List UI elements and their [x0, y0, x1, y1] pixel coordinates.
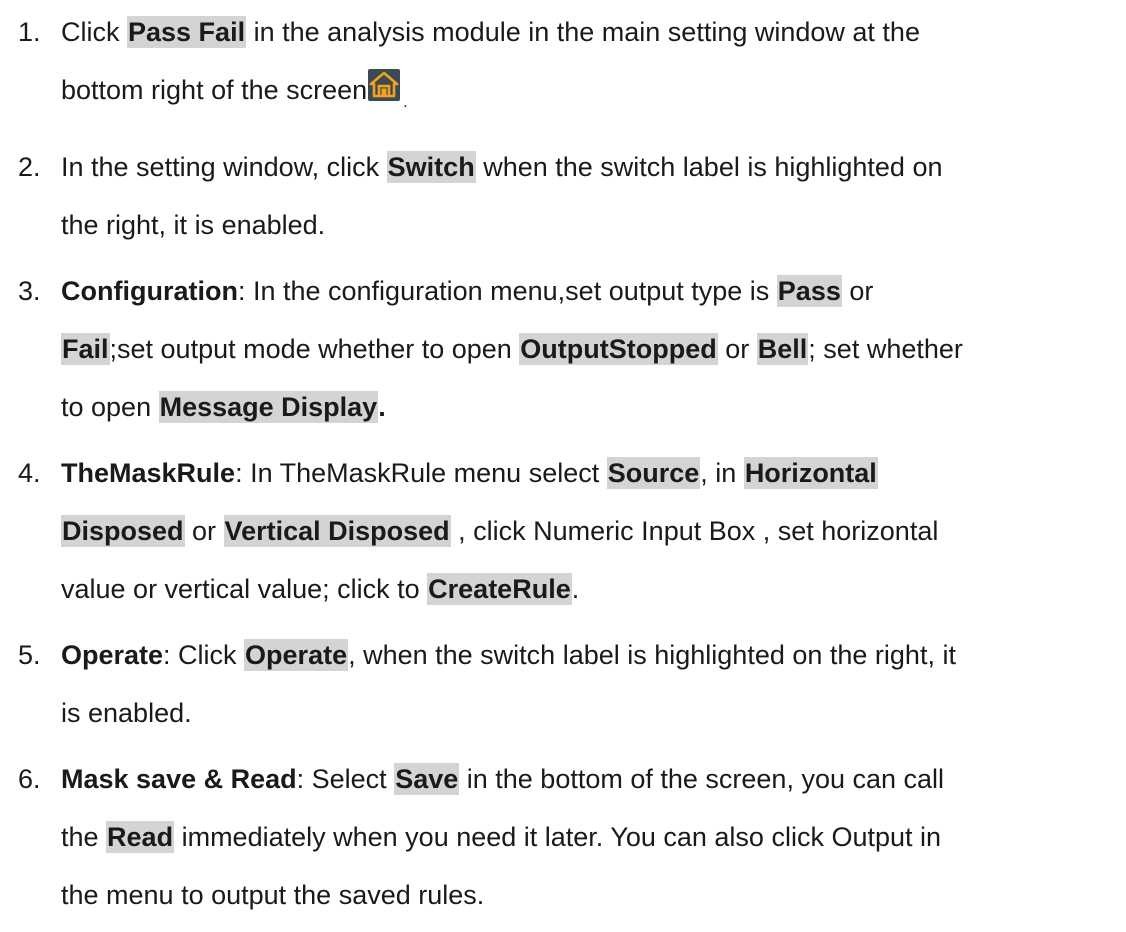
step-text: in the bottom of the screen, you can cal… — [459, 764, 945, 794]
step-text: the menu to output the saved rules. — [61, 880, 485, 910]
step-text: immediately when you need it later. You … — [174, 822, 942, 852]
step-title: Mask save & Read — [61, 764, 297, 794]
step-3: 3. Configuration: In the configuration m… — [0, 262, 1126, 436]
highlight-operate: Operate — [244, 639, 349, 671]
step-text: , click Numeric Input Box , set horizont… — [450, 516, 939, 546]
step-text: , when the switch label is highlighted o… — [348, 640, 956, 670]
step-number: 1. — [18, 17, 41, 47]
step-text: , in — [700, 458, 744, 488]
step-title: Operate — [61, 640, 164, 670]
step-2: 2. In the setting window, click Switch w… — [0, 138, 1126, 254]
step-text: when the switch label is highlighted on — [475, 152, 943, 182]
highlight-message-display: Message Display — [158, 391, 379, 423]
step-text: . — [571, 574, 580, 604]
home-icon — [368, 69, 401, 101]
highlight-pass: Pass — [776, 275, 842, 307]
step-6: 6. Mask save & Read: Select Save in the … — [0, 750, 1126, 924]
step-text: : Click — [163, 640, 245, 670]
highlight-fail: Fail — [61, 333, 110, 365]
step-text: or — [184, 516, 224, 546]
step-text: the — [61, 822, 107, 852]
highlight-disposed: Disposed — [61, 515, 185, 547]
step-text: : In TheMaskRule menu select — [235, 458, 607, 488]
highlight-pass-fail: Pass Fail — [127, 16, 247, 48]
step-text: or — [841, 276, 874, 306]
step-number: 6. — [18, 764, 41, 794]
highlight-bell: Bell — [756, 333, 809, 365]
step-text: bottom right of the screen — [61, 75, 368, 105]
highlight-switch: Switch — [386, 151, 476, 183]
step-number: 2. — [18, 152, 41, 182]
step-1: 1. Click Pass Fail in the analysis modul… — [0, 3, 1126, 132]
highlight-horizontal: Horizontal — [743, 457, 878, 489]
highlight-read: Read — [106, 821, 175, 853]
step-number: 4. — [18, 458, 41, 488]
step-4: 4. TheMaskRule: In TheMaskRule menu sele… — [0, 444, 1126, 618]
step-text: or — [717, 334, 757, 364]
step-text: . — [378, 392, 386, 422]
step-text: the right, it is enabled. — [61, 210, 326, 240]
step-text: ;set output mode whether to open — [109, 334, 520, 364]
highlight-source: Source — [606, 457, 701, 489]
step-text: : In the configuration menu,set output t… — [237, 276, 777, 306]
instruction-list: 1. Click Pass Fail in the analysis modul… — [0, 0, 1126, 924]
step-text: is enabled. — [61, 698, 192, 728]
step-title: Configuration — [61, 276, 238, 306]
step-title: TheMaskRule — [61, 458, 236, 488]
highlight-vertical-disposed: Vertical Disposed — [223, 515, 451, 547]
step-text: in the analysis module in the main setti… — [246, 17, 920, 47]
step-text: In the setting window, click — [61, 152, 387, 182]
highlight-create-rule: CreateRule — [427, 573, 572, 605]
step-text: value or vertical value; click to — [61, 574, 428, 604]
step-5: 5. Operate: Click Operate, when the swit… — [0, 626, 1126, 742]
step-text: to open — [61, 392, 159, 422]
step-text: Click — [61, 17, 127, 47]
step-text: ; set whether — [808, 334, 963, 364]
step-number: 3. — [18, 276, 41, 306]
step-text: : Select — [296, 764, 395, 794]
step-trail: . — [403, 94, 408, 111]
highlight-save: Save — [394, 763, 460, 795]
step-number: 5. — [18, 640, 41, 670]
highlight-output-stopped: OutputStopped — [519, 333, 718, 365]
